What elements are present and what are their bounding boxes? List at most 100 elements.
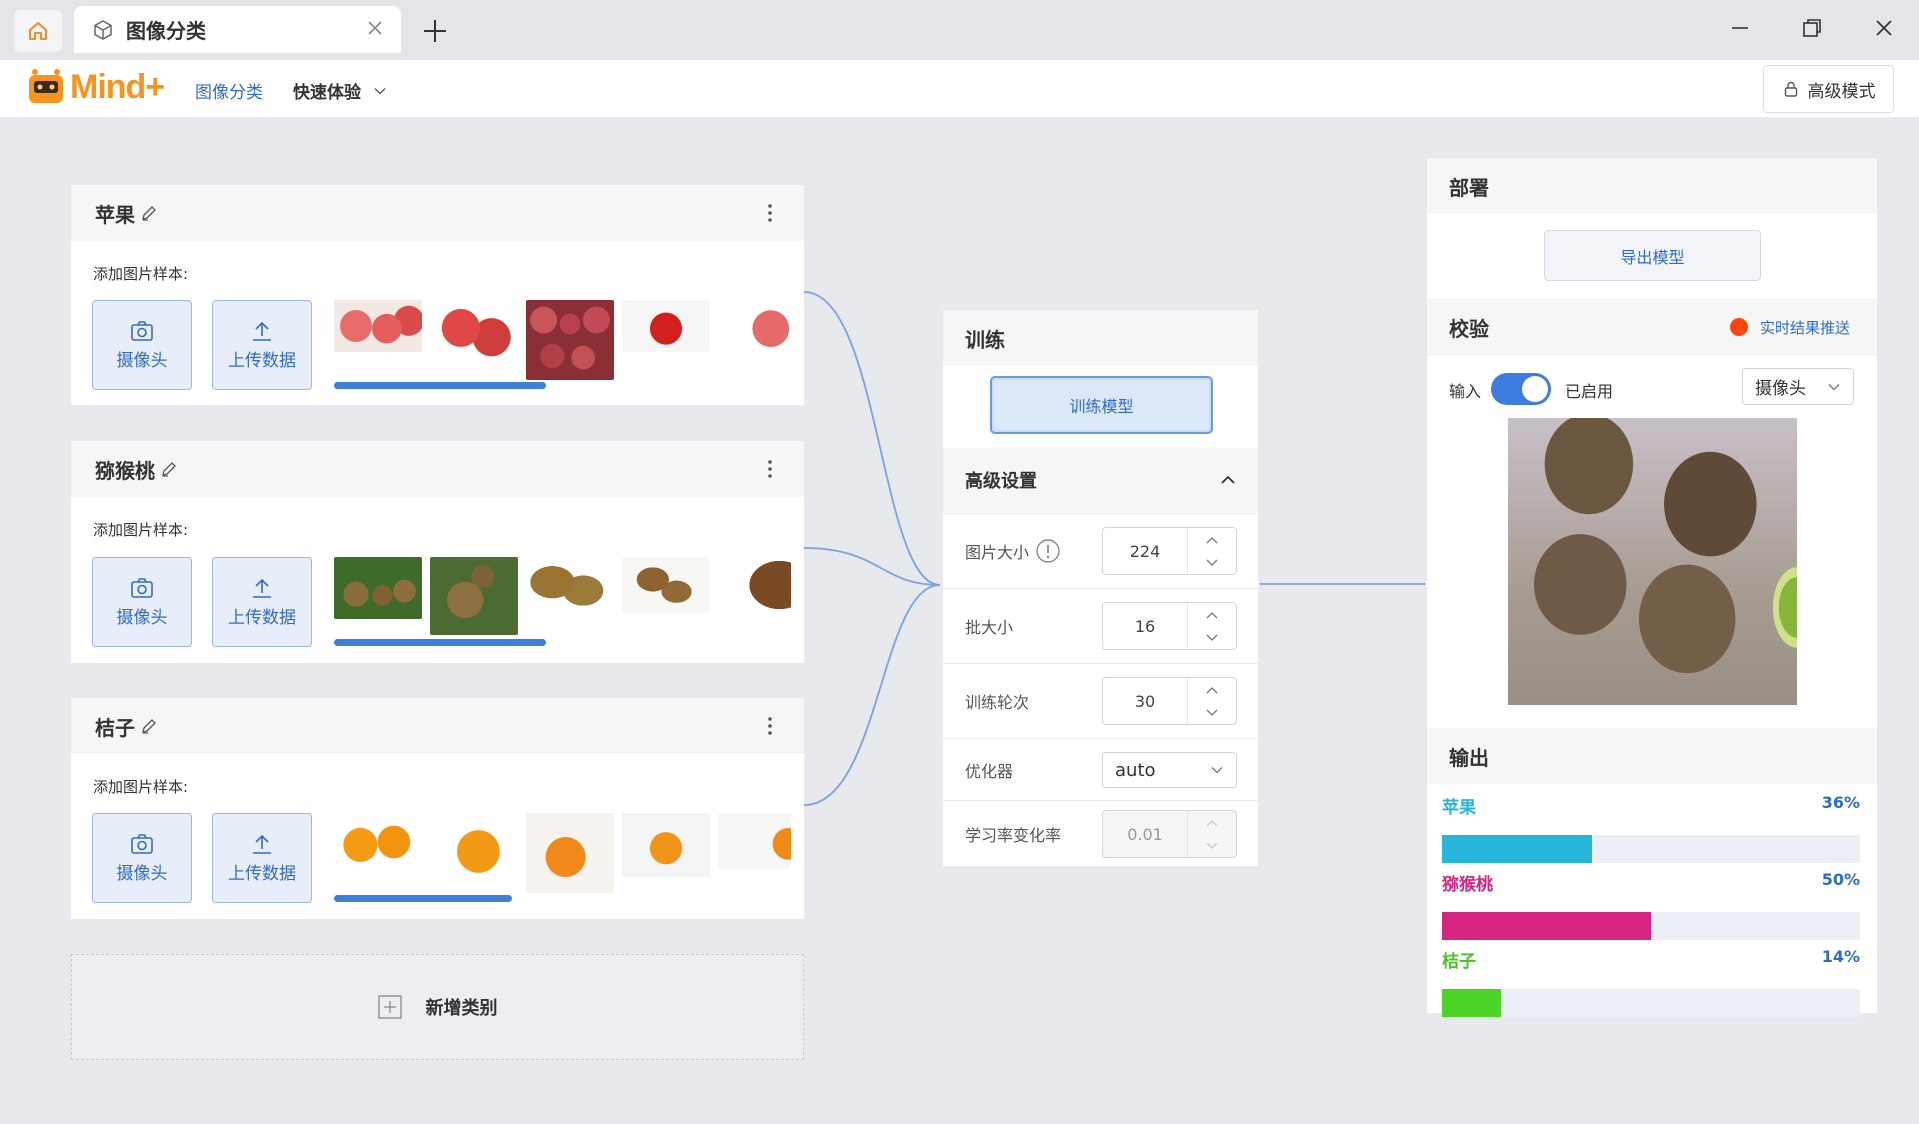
class-card-kiwi: 猕猴桃 添加图片样本: 摄像头 上传数据 bbox=[71, 441, 804, 663]
input-row: 输入 已启用 摄像头 bbox=[1427, 358, 1877, 418]
class-name: 苹果 bbox=[95, 202, 135, 227]
decrement-icon[interactable] bbox=[1188, 551, 1236, 574]
sample-image[interactable] bbox=[622, 300, 710, 352]
increment-icon[interactable] bbox=[1188, 678, 1236, 701]
output-percent: 50% bbox=[1821, 870, 1860, 889]
sample-image[interactable] bbox=[430, 300, 518, 362]
camera-button[interactable]: 摄像头 bbox=[92, 300, 192, 390]
input-label: 输入 bbox=[1449, 382, 1482, 401]
sample-image[interactable] bbox=[526, 300, 614, 380]
input-toggle[interactable] bbox=[1491, 373, 1551, 405]
source-select[interactable]: 摄像头 bbox=[1742, 368, 1854, 405]
epochs-value: 30 bbox=[1134, 691, 1156, 711]
thumbnail-scrollbar[interactable] bbox=[334, 895, 512, 902]
sample-image[interactable] bbox=[718, 557, 791, 613]
train-model-button[interactable]: 训练模型 bbox=[990, 376, 1213, 434]
upload-button[interactable]: 上传数据 bbox=[212, 557, 312, 647]
camera-button[interactable]: 摄像头 bbox=[92, 557, 192, 647]
class-card-orange: 桔子 添加图片样本: 摄像头 上传数据 bbox=[71, 698, 804, 919]
sample-label: 添加图片样本: bbox=[93, 265, 189, 283]
output-label: 苹果 bbox=[1442, 798, 1476, 818]
verify-header: 校验 实时结果推送 bbox=[1427, 298, 1877, 356]
sample-image[interactable] bbox=[622, 813, 710, 877]
upload-label: 上传数据 bbox=[228, 350, 296, 371]
sample-image[interactable] bbox=[718, 813, 791, 869]
learning-rate-value: 0.01 bbox=[1127, 824, 1163, 844]
more-menu-icon[interactable] bbox=[766, 201, 774, 225]
record-dot-icon bbox=[1730, 318, 1748, 336]
image-size-input[interactable]: 224 bbox=[1102, 527, 1237, 575]
output-bar-fill bbox=[1442, 835, 1593, 863]
sample-image[interactable] bbox=[334, 557, 422, 619]
export-model-button[interactable]: 导出模型 bbox=[1544, 230, 1761, 281]
param-epochs: 训练轮次 30 bbox=[943, 663, 1258, 737]
decrement-icon bbox=[1188, 834, 1236, 857]
verify-title: 校验 bbox=[1449, 316, 1489, 341]
sample-image[interactable] bbox=[430, 813, 518, 883]
upload-label: 上传数据 bbox=[228, 863, 296, 884]
sample-image[interactable] bbox=[526, 813, 614, 893]
training-title: 训练 bbox=[943, 310, 1258, 366]
upload-button[interactable]: 上传数据 bbox=[212, 813, 312, 903]
output-percent: 36% bbox=[1821, 793, 1860, 812]
output-row-apple: 苹果 36% bbox=[1442, 793, 1860, 863]
plus-box-icon bbox=[377, 995, 402, 1019]
param-label: 训练轮次 bbox=[965, 692, 1030, 712]
edit-icon[interactable] bbox=[139, 716, 159, 736]
realtime-push-link[interactable]: 实时结果推送 bbox=[1760, 317, 1850, 338]
param-label: 优化器 bbox=[965, 761, 1014, 781]
class-name: 桔子 bbox=[95, 715, 135, 740]
advanced-settings-label: 高级设置 bbox=[965, 471, 1037, 492]
edit-icon[interactable] bbox=[139, 203, 159, 223]
more-menu-icon[interactable] bbox=[766, 714, 774, 738]
output-percent: 14% bbox=[1821, 947, 1860, 966]
sample-image[interactable] bbox=[334, 813, 422, 871]
sample-thumbnails bbox=[334, 813, 791, 903]
param-image-size: 图片大小 224 bbox=[943, 513, 1258, 587]
advanced-settings-header[interactable]: 高级设置 bbox=[943, 448, 1258, 512]
upload-label: 上传数据 bbox=[228, 607, 296, 628]
sample-image[interactable] bbox=[622, 557, 710, 613]
upload-button[interactable]: 上传数据 bbox=[212, 300, 312, 390]
increment-icon bbox=[1188, 811, 1236, 834]
camera-preview-image bbox=[1508, 418, 1797, 705]
camera-icon bbox=[131, 833, 153, 854]
upload-icon bbox=[253, 578, 271, 598]
increment-icon[interactable] bbox=[1188, 528, 1236, 551]
sample-image[interactable] bbox=[718, 300, 791, 352]
batch-size-value: 16 bbox=[1134, 616, 1156, 636]
camera-label: 摄像头 bbox=[116, 350, 168, 371]
sample-image[interactable] bbox=[526, 557, 614, 613]
sample-image[interactable] bbox=[430, 557, 518, 635]
output-title: 输出 bbox=[1427, 728, 1877, 784]
param-label: 图片大小 bbox=[965, 542, 1030, 562]
more-menu-icon[interactable] bbox=[766, 457, 774, 481]
edit-icon[interactable] bbox=[159, 459, 179, 479]
param-batch-size: 批大小 16 bbox=[943, 588, 1258, 662]
image-size-value: 224 bbox=[1129, 541, 1161, 561]
sample-label: 添加图片样本: bbox=[93, 778, 189, 796]
epochs-input[interactable]: 30 bbox=[1102, 677, 1237, 725]
sample-image[interactable] bbox=[334, 300, 422, 352]
thumbnail-scrollbar[interactable] bbox=[334, 382, 546, 389]
output-bar-track bbox=[1442, 989, 1860, 1017]
info-icon[interactable] bbox=[1035, 538, 1061, 564]
camera-icon bbox=[131, 320, 153, 341]
thumbnail-scrollbar[interactable] bbox=[334, 639, 546, 646]
camera-label: 摄像头 bbox=[116, 607, 168, 628]
camera-label: 摄像头 bbox=[116, 863, 168, 884]
deploy-title: 部署 bbox=[1427, 158, 1877, 214]
batch-size-input[interactable]: 16 bbox=[1102, 602, 1237, 650]
decrement-icon[interactable] bbox=[1188, 701, 1236, 724]
learning-rate-input[interactable]: 0.01 bbox=[1102, 810, 1237, 858]
enabled-label: 已启用 bbox=[1565, 382, 1614, 401]
param-optimizer: 优化器 auto bbox=[943, 738, 1258, 800]
add-class-button[interactable]: 新增类别 bbox=[71, 954, 804, 1060]
optimizer-select[interactable]: auto bbox=[1102, 752, 1237, 788]
param-label: 学习率变化率 bbox=[965, 825, 1062, 845]
camera-button[interactable]: 摄像头 bbox=[92, 813, 192, 903]
chevron-up-icon[interactable] bbox=[1220, 472, 1236, 488]
decrement-icon[interactable] bbox=[1188, 626, 1236, 649]
increment-icon[interactable] bbox=[1188, 603, 1236, 626]
output-row-orange: 桔子 14% bbox=[1442, 947, 1860, 1017]
